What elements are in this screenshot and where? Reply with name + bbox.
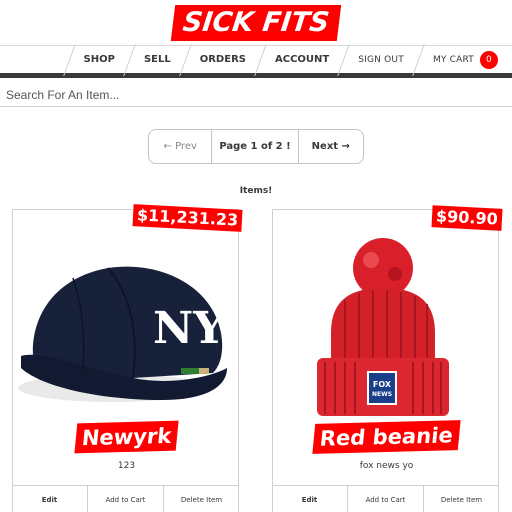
svg-text:NY: NY bbox=[153, 303, 225, 354]
svg-text:FOX: FOX bbox=[373, 380, 392, 389]
add-to-cart-button[interactable]: Add to Cart bbox=[88, 486, 164, 512]
item-description: 123 bbox=[117, 461, 136, 471]
pagination: ← Prev Page 1 of 2 ! Next → bbox=[148, 129, 364, 164]
nav-shop[interactable]: SHOP bbox=[70, 46, 129, 74]
edit-button[interactable]: Edit bbox=[12, 486, 88, 512]
add-to-cart-button[interactable]: Add to Cart bbox=[348, 486, 424, 512]
nav-sign-out[interactable]: SIGN OUT bbox=[344, 46, 418, 74]
item-price: $90.90 bbox=[431, 205, 503, 231]
item-title-link[interactable]: Red beanie bbox=[312, 420, 461, 454]
nav-orders[interactable]: ORDERS bbox=[186, 46, 260, 74]
logo-container: SICK FITS bbox=[0, 5, 512, 43]
delete-item-button[interactable]: Delete Item bbox=[164, 486, 239, 512]
delete-item-button[interactable]: Delete Item bbox=[424, 486, 499, 512]
item-title-link[interactable]: Newyrk bbox=[74, 420, 179, 454]
item-card: NY $11,231.23 Newyrk 123 Edit Add to Car… bbox=[12, 204, 243, 512]
svg-text:NEWS: NEWS bbox=[372, 391, 392, 398]
item-actions: Edit Add to Cart Delete Item bbox=[12, 485, 239, 512]
item-price: $11,231.23 bbox=[132, 204, 243, 232]
item-image-beanie[interactable]: FOX NEWS bbox=[273, 238, 500, 423]
item-actions: Edit Add to Cart Delete Item bbox=[272, 485, 499, 512]
prev-page-link[interactable]: ← Prev bbox=[149, 130, 213, 163]
item-title-container: Newyrk bbox=[13, 420, 240, 454]
item-image-cap[interactable]: NY bbox=[13, 238, 240, 423]
next-page-link[interactable]: Next → bbox=[299, 130, 363, 163]
item-description: fox news yo bbox=[359, 461, 414, 471]
nav-my-cart[interactable]: MY CART 0 bbox=[419, 46, 512, 74]
search-bar bbox=[0, 83, 512, 107]
cart-count-badge: 0 bbox=[480, 50, 498, 69]
cart-label: MY CART bbox=[432, 54, 474, 65]
edit-button[interactable]: Edit bbox=[272, 486, 348, 512]
page-indicator: Page 1 of 2 ! bbox=[212, 130, 299, 163]
main-nav: SHOP SELL ORDERS ACCOUNT SIGN OUT MY CAR… bbox=[0, 43, 512, 78]
nav-sell[interactable]: SELL bbox=[130, 46, 185, 74]
search-input[interactable] bbox=[0, 83, 512, 106]
items-heading: Items! bbox=[239, 186, 273, 196]
nav-account[interactable]: ACCOUNT bbox=[261, 46, 343, 74]
site-logo[interactable]: SICK FITS bbox=[170, 5, 342, 41]
item-title-container: Red beanie bbox=[273, 420, 500, 454]
item-card: FOX NEWS $90.90 Red beanie fox news yo E… bbox=[272, 205, 503, 512]
